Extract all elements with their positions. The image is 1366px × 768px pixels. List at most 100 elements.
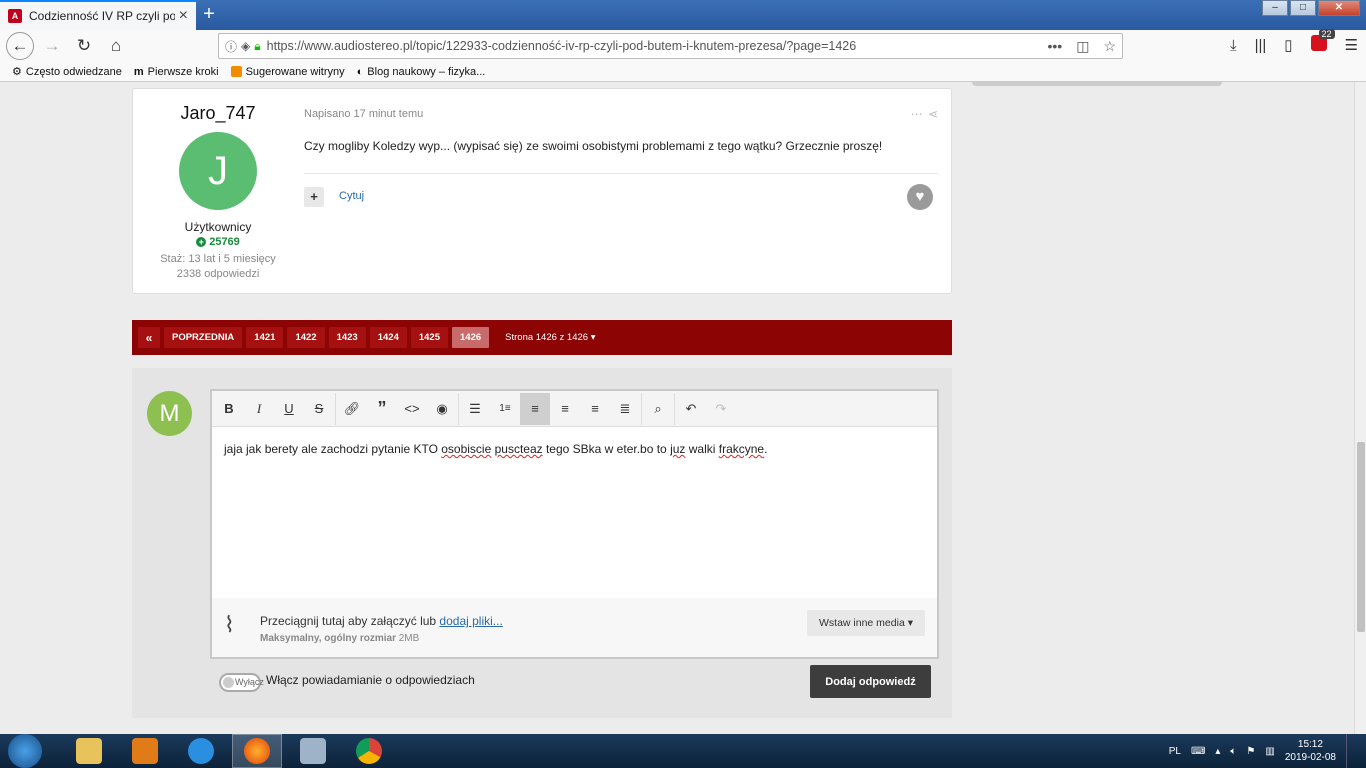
new-tab-button[interactable]: + <box>198 2 220 26</box>
lock-icon[interactable]: 🔒︎ <box>254 39 260 54</box>
network-icon[interactable]: ▥ <box>1265 746 1274 757</box>
page-link[interactable]: 1423 <box>328 327 366 348</box>
editor-text-area[interactable]: jaja jak berety ale zachodzi pytanie KTO… <box>224 442 767 456</box>
page-scrollbar[interactable] <box>1354 82 1366 734</box>
align-center-icon[interactable]: ≡ <box>550 393 580 425</box>
back-button[interactable]: ← <box>6 32 34 60</box>
volume-icon[interactable]: 🔈︎ <box>1230 746 1236 757</box>
avatar[interactable]: J <box>179 132 257 210</box>
insert-media-button[interactable]: Wstaw inne media ▾ <box>807 610 925 636</box>
notify-label[interactable]: Włącz powiadamianie o odpowiedziach <box>266 673 475 687</box>
adblock-button[interactable]: 22 <box>1310 29 1335 55</box>
like-heart-icon[interactable]: ♥ <box>907 184 933 210</box>
close-tab-icon[interactable]: × <box>179 7 188 25</box>
sidebar-icon[interactable]: ▯ <box>1284 36 1292 54</box>
home-button[interactable]: ⌂ <box>102 32 130 60</box>
bookmarks-bar: ⚙ Często odwiedzane m Pierwsze kroki Suger… <box>0 62 1366 82</box>
clock[interactable]: 15:12 2019-02-08 <box>1285 738 1336 764</box>
page-actions-icon[interactable]: ••• <box>1047 38 1062 55</box>
prev-page-button[interactable]: POPRZEDNIA <box>164 327 243 348</box>
preview-icon[interactable]: ⌕ <box>643 393 673 425</box>
show-desktop-button[interactable] <box>1346 734 1358 768</box>
notify-toggle[interactable]: Wyłącz <box>219 673 264 692</box>
reply-box: M B I U S 🔗︎ ” <> ◉ ☰ 1≡ ≡ ≡ ≡ ≣ ⌕ ↶ ↷ j… <box>132 368 952 718</box>
share-icon[interactable]: ⋯ ⋖ <box>911 107 939 121</box>
align-right-icon[interactable]: ≡ <box>580 393 610 425</box>
forward-button[interactable]: → <box>38 32 66 60</box>
taskbar-explorer[interactable] <box>64 734 114 768</box>
page-link[interactable]: 1422 <box>287 327 325 348</box>
url-text[interactable]: https://www.audiostereo.pl/topic/122933-… <box>267 39 1048 53</box>
separator <box>458 392 459 425</box>
author-name[interactable]: Jaro_747 <box>133 103 303 124</box>
quote-link[interactable]: Cytuj <box>339 190 364 202</box>
undo-icon[interactable]: ↶ <box>676 393 706 425</box>
bookmark-item[interactable]: Sugerowane witryny <box>230 65 345 78</box>
add-files-link[interactable]: dodaj pliki... <box>439 614 502 628</box>
page-link[interactable]: 1424 <box>369 327 407 348</box>
multiquote-button[interactable]: + <box>304 187 324 207</box>
quote-icon[interactable]: ” <box>367 393 397 425</box>
menu-icon[interactable]: ☰ <box>1345 36 1358 54</box>
first-page-button[interactable]: « <box>138 327 160 348</box>
info-icon[interactable]: ⓘ <box>225 38 237 55</box>
justify-icon[interactable]: ≣ <box>610 393 640 425</box>
page-link[interactable]: 1421 <box>246 327 284 348</box>
page-jump-dropdown[interactable]: Strona 1426 z 1426 ▾ <box>505 332 595 343</box>
bookmark-item[interactable]: ⚙ Często odwiedzane <box>12 65 122 79</box>
page-link[interactable]: 1425 <box>410 327 448 348</box>
maximize-button[interactable]: □ <box>1290 0 1316 16</box>
current-page[interactable]: 1426 <box>452 327 490 348</box>
submit-reply-button[interactable]: Dodaj odpowiedź <box>810 665 931 698</box>
tray-expand-icon[interactable]: ▴ <box>1215 746 1220 757</box>
strikethrough-button[interactable]: S <box>304 393 334 425</box>
bold-button[interactable]: B <box>214 393 244 425</box>
page-icon: ◐ <box>356 65 364 78</box>
code-icon[interactable]: <> <box>397 393 427 425</box>
attachment-area[interactable]: ⌇ Przeciągnij tutaj aby załączyć lub dod… <box>210 598 939 659</box>
taskbar-firefox[interactable] <box>232 734 282 768</box>
pagination: « POPRZEDNIA 1421 1422 1423 1424 1425 14… <box>132 320 952 355</box>
page-of-label: Strona 1426 z 1426 <box>505 332 589 343</box>
align-left-icon[interactable]: ≡ <box>520 392 550 425</box>
misspelled-word: frakcyne <box>718 442 765 456</box>
tab-bar: A Codzienność IV RP czyli pod bu × + – □… <box>0 0 1366 30</box>
bookmark-item[interactable]: ◐ Blog naukowy – fizyka... <box>357 66 486 78</box>
url-bar[interactable]: ⓘ ◈ 🔒︎ https://www.audiostereo.pl/topic/… <box>218 33 1123 59</box>
redo-icon[interactable]: ↷ <box>706 393 736 425</box>
post-date: Napisano 17 minut temu <box>304 108 424 120</box>
taskbar-ie[interactable] <box>176 734 226 768</box>
start-button[interactable] <box>8 734 42 768</box>
bookmark-item[interactable]: m Pierwsze kroki <box>134 66 219 78</box>
active-tab[interactable]: A Codzienność IV RP czyli pod bu × <box>0 0 196 30</box>
windows-taskbar: PL ⌨ ▴ 🔈︎ ⚑ ▥ 15:12 2019-02-08 <box>0 734 1366 768</box>
site-favicon-icon: A <box>8 9 22 23</box>
spoiler-eye-icon[interactable]: ◉ <box>427 393 457 425</box>
text-segment: . <box>764 442 768 456</box>
numbered-list-icon[interactable]: 1≡ <box>490 393 520 425</box>
keyboard-icon[interactable]: ⌨ <box>1191 746 1205 757</box>
link-icon[interactable]: 🔗︎ <box>337 393 367 425</box>
media-player-icon <box>132 738 158 764</box>
bookmark-label: Sugerowane witryny <box>245 65 345 78</box>
tracking-shield-icon[interactable]: ◈ <box>241 39 250 53</box>
scrollbar-thumb[interactable] <box>1357 442 1365 632</box>
bookmark-star-icon[interactable]: ☆ <box>1103 38 1116 55</box>
misspelled-word: puscteaz <box>494 442 543 456</box>
taskbar-media-player[interactable] <box>120 734 170 768</box>
italic-button[interactable]: I <box>244 393 274 425</box>
taskbar-calculator[interactable] <box>288 734 338 768</box>
bullet-list-icon[interactable]: ☰ <box>460 393 490 425</box>
flag-icon[interactable]: ⚑ <box>1246 746 1255 757</box>
downloads-icon[interactable]: ⤓ <box>1230 37 1237 54</box>
minimize-button[interactable]: – <box>1262 0 1288 16</box>
language-indicator[interactable]: PL <box>1169 746 1181 757</box>
taskbar-chrome[interactable] <box>344 734 394 768</box>
underline-button[interactable]: U <box>274 393 304 425</box>
reload-button[interactable]: ↻ <box>70 32 98 60</box>
library-icon[interactable]: ||| <box>1255 37 1267 54</box>
misspelled-word: juz <box>670 442 686 456</box>
close-window-button[interactable]: ✕ <box>1318 0 1360 16</box>
pocket-icon[interactable]: ◫ <box>1076 38 1089 55</box>
adblock-count: 22 <box>1318 29 1335 39</box>
